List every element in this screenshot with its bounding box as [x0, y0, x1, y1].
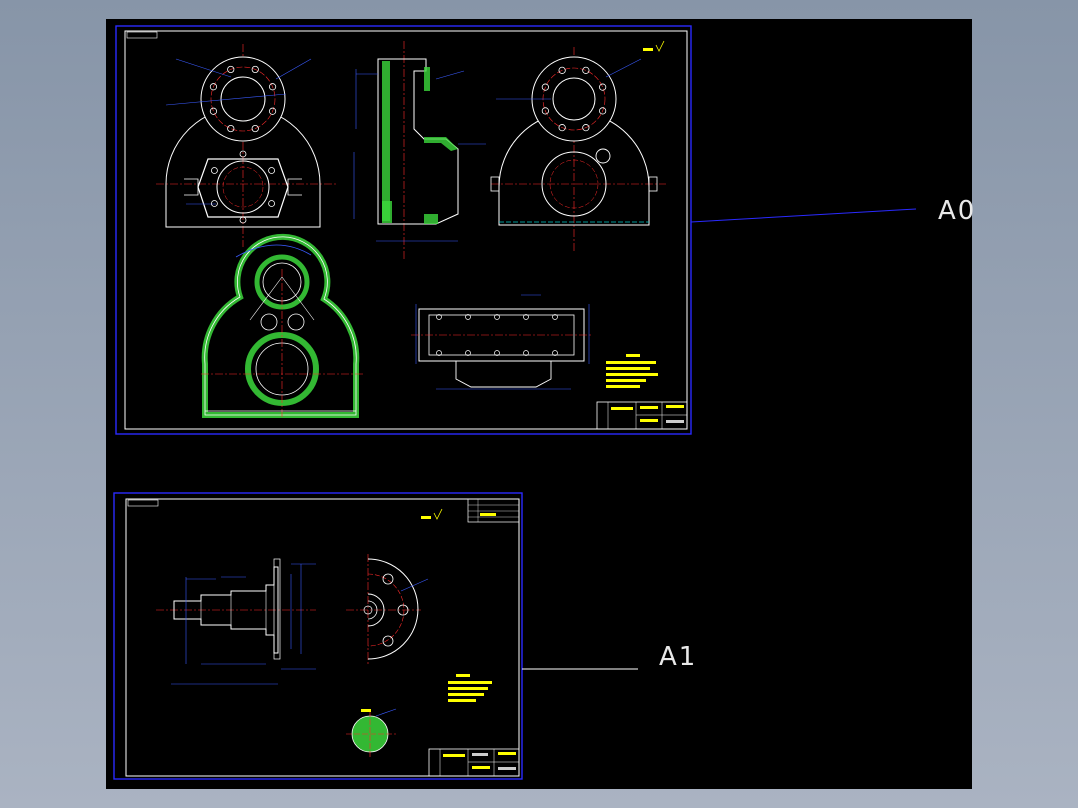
a1-outer-frame: [113, 492, 523, 780]
a0-bottom-section-view: [201, 233, 364, 419]
cad-canvas: A0 A1: [106, 19, 974, 789]
roughness-symbol-icon: [643, 40, 665, 52]
a1-technical-notes: [448, 674, 492, 702]
sheet-a1[interactable]: [113, 492, 638, 780]
a0-section-view: [353, 41, 486, 259]
a1-shaft-view: [156, 558, 316, 685]
a0-side-view: [490, 47, 666, 251]
sheet-a0[interactable]: [115, 25, 917, 435]
bolt-hole: [211, 200, 218, 207]
roughness-symbol-icon: [421, 508, 443, 520]
bolt-hole: [268, 200, 275, 207]
a0-title-block: [596, 401, 688, 430]
a0-pointer-line: [690, 208, 917, 223]
a1-corner-tag: [127, 499, 159, 507]
a0-sheet-label: A0: [938, 196, 977, 226]
a1-sheet-label: A1: [659, 642, 698, 672]
a1-spline-section: [346, 708, 397, 757]
a1-inner-frame: [125, 498, 520, 777]
a1-revision-table: [467, 498, 520, 523]
bolt-hole: [211, 167, 218, 174]
a1-flange-view: [346, 554, 429, 664]
a0-plan-view: [411, 294, 592, 390]
a0-corner-tag: [126, 31, 158, 39]
a0-front-view: [156, 44, 336, 247]
drawing-svg: [113, 25, 917, 780]
a0-technical-notes: [606, 354, 658, 388]
bolt-hole: [268, 167, 275, 174]
a1-title-block: [428, 748, 520, 777]
